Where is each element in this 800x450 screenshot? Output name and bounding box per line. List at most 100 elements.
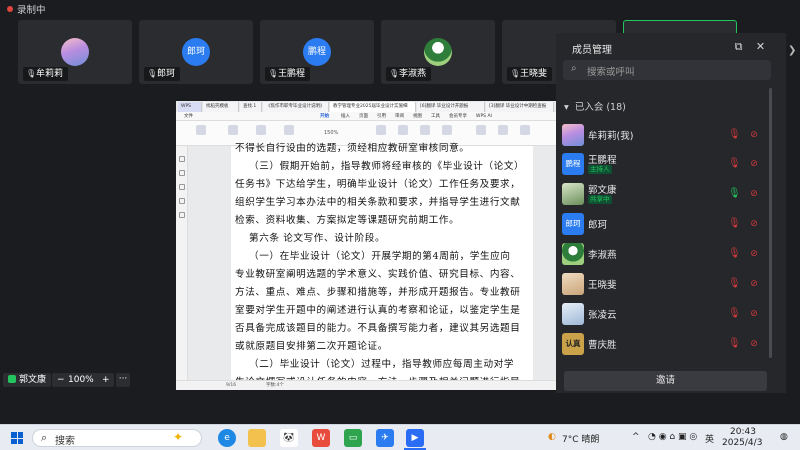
member-scrollbar[interactable] — [769, 88, 772, 358]
edge-icon[interactable]: e — [218, 429, 236, 447]
history-icon[interactable] — [179, 212, 185, 218]
read-icon[interactable] — [398, 125, 408, 135]
taskbar-search[interactable]: ⌕ 搜索 ✦ — [32, 429, 202, 447]
tab-wps[interactable]: WPS Office — [178, 102, 202, 119]
doc-line: 室要对学生开题中的阐述进行认真的考察和论证，以鉴定学生是 — [235, 305, 521, 316]
camera-off-icon[interactable]: ⊘ — [748, 218, 760, 230]
wps-icon[interactable]: W — [312, 429, 330, 447]
notification-icon[interactable]: ◍ — [780, 432, 788, 442]
bookmark-icon[interactable] — [179, 170, 185, 176]
tray-icons[interactable]: ◔ ◉ ⌂ ▣ ◎ — [648, 432, 697, 442]
member-row[interactable]: 认真 曹庆胜 🎙 ⊘ — [556, 331, 766, 358]
tab-doc-4[interactable]: [3]翻译 毕业设计中期检查报告.docx — [486, 102, 554, 119]
show-hidden-icons-icon[interactable]: ^ — [632, 432, 640, 442]
file-explorer-icon[interactable] — [248, 429, 266, 447]
avatar — [61, 38, 89, 66]
menu-page[interactable]: 页面 — [359, 112, 368, 121]
camera-off-icon[interactable]: ⊘ — [748, 188, 760, 200]
doc-line: （二）毕业设计（论文）过程中，指导教师应每周主动对学 — [249, 359, 515, 370]
next-page-icon[interactable]: ❯ — [788, 45, 796, 56]
tab-template[interactable]: 找稻壳模板 — [203, 102, 239, 112]
menu-review[interactable]: 审阅 — [395, 112, 404, 121]
document-page[interactable]: 不得长自行设由的选题，须经相应教研室审核同意。 （三）假期开始前，指导教师将经审… — [231, 143, 533, 388]
windows-start-icon[interactable] — [11, 432, 23, 444]
doc-line: 专业教研室阐明选题的学术意义、实践价值、研究目标、内容、 — [235, 269, 521, 280]
menu-wps-ai[interactable]: WPS AI — [476, 112, 492, 121]
view-icon[interactable] — [376, 125, 386, 135]
word-count: 字数:4个 — [266, 383, 284, 388]
mic-muted-icon[interactable]: 🎙 — [728, 338, 741, 350]
camera-off-icon[interactable]: ⊘ — [748, 129, 760, 141]
member-row[interactable]: 王晓斐 🎙 ⊘ — [556, 271, 766, 298]
more-button[interactable]: ··· — [116, 373, 130, 387]
recording-icon — [7, 6, 13, 12]
clock-date[interactable]: 2025/4/3 — [722, 438, 762, 448]
pdf-icon[interactable] — [228, 125, 238, 135]
sharer-badge[interactable]: 郭文康 — [3, 373, 52, 387]
mic-muted-icon[interactable]: 🎙 — [728, 158, 741, 170]
popout-icon[interactable]: ⧉ — [732, 40, 745, 53]
video-tile-1[interactable]: 🎙牟莉莉 — [18, 20, 132, 84]
member-row[interactable]: 郎珂 郎珂 🎙 ⊘ — [556, 211, 766, 238]
ai-icon[interactable] — [476, 125, 486, 135]
member-name: 张凌云 — [588, 310, 617, 321]
nav-icon[interactable] — [179, 156, 185, 162]
translate-icon[interactable] — [498, 125, 508, 135]
outline-icon[interactable] — [442, 125, 452, 135]
ime-indicator[interactable]: 英 — [705, 432, 714, 445]
zoom-value[interactable]: 150% — [324, 130, 338, 136]
menu-insert[interactable]: 插入 — [341, 112, 350, 121]
menu-home[interactable]: 开始 — [320, 112, 329, 121]
zoom-in-button[interactable]: + — [102, 373, 110, 387]
member-row[interactable]: 张凌云 🎙 ⊘ — [556, 301, 766, 328]
camera-off-icon[interactable]: ⊘ — [748, 308, 760, 320]
mic-muted-icon[interactable]: 🎙 — [728, 248, 741, 260]
panda-app-icon[interactable]: 🐼 — [280, 429, 298, 447]
comment-icon[interactable] — [179, 184, 185, 190]
mic-on-icon[interactable]: 🎙 — [728, 188, 741, 200]
doc-line: 方法、重点、难点、步骤和措施等，并形成开题报告。专业教研 — [235, 287, 521, 298]
joined-group-header[interactable]: ▾ 已入会 (18) — [564, 99, 626, 113]
menu-view[interactable]: 视图 — [413, 112, 422, 121]
member-search-input[interactable]: ⌕ 搜索或呼叫 — [563, 60, 771, 80]
mic-muted-icon[interactable]: 🎙 — [728, 129, 741, 141]
paste-icon[interactable] — [196, 125, 206, 135]
tab-doc-3[interactable]: [6]翻译 毕业设计开题报告.docx — [417, 102, 485, 119]
search-icon[interactable] — [179, 198, 185, 204]
tab-doc-2[interactable]: 教学管理专业2025届毕业设计实施细则.docx — [330, 102, 416, 119]
clock-time[interactable]: 20:43 — [730, 427, 756, 437]
weather-text[interactable]: 7°C 晴朗 — [562, 432, 599, 445]
export-icon[interactable] — [284, 125, 294, 135]
camera-off-icon[interactable]: ⊘ — [748, 248, 760, 260]
layout-icon[interactable] — [420, 125, 430, 135]
tab-doc-1[interactable]: 《焦作市职专毕业设计说明》 — [263, 102, 329, 112]
camera-off-icon[interactable]: ⊘ — [748, 158, 760, 170]
recording-label[interactable]: 录制中 — [17, 2, 46, 16]
video-tile-4[interactable]: 🎙李淑燕 — [381, 20, 495, 84]
mic-muted-icon[interactable]: 🎙 — [728, 218, 741, 230]
menu-member[interactable]: 会员专享 — [449, 112, 467, 121]
menu-tools[interactable]: 工具 — [431, 112, 440, 121]
shared-screen[interactable]: WPS Office 找稻壳模板 查找.1 《焦作市职专毕业设计说明》 教学管理… — [176, 101, 556, 390]
mic-muted-icon[interactable]: 🎙 — [728, 308, 741, 320]
screen-app-icon[interactable]: ▭ — [344, 429, 362, 447]
close-icon[interactable]: ✕ — [754, 40, 767, 53]
mic-muted-icon[interactable]: 🎙 — [728, 278, 741, 290]
tab-find[interactable]: 查找.1 — [240, 102, 262, 112]
invite-button[interactable]: 邀请 — [564, 371, 767, 391]
print-icon[interactable] — [256, 125, 266, 135]
menu-file[interactable]: 文件 — [184, 112, 193, 121]
menu-reference[interactable]: 引用 — [377, 112, 386, 121]
member-row[interactable]: 牟莉莉(我) 🎙 ⊘ — [556, 122, 766, 149]
meeting-app-icon[interactable]: ▶ — [406, 429, 424, 447]
video-tile-3[interactable]: 鹏程 🎙王鹏程 — [260, 20, 374, 84]
zoom-out-button[interactable]: − — [57, 373, 65, 387]
video-tile-2[interactable]: 郎珂 🎙郎珂 — [139, 20, 253, 84]
feishu-icon[interactable]: ✈ — [376, 429, 394, 447]
member-row[interactable]: 李淑燕 🎙 ⊘ — [556, 241, 766, 268]
member-row[interactable]: 鹏程 王鹏程 主持人 🎙 ⊘ — [556, 151, 766, 178]
share-icon[interactable] — [520, 125, 530, 135]
camera-off-icon[interactable]: ⊘ — [748, 338, 760, 350]
camera-off-icon[interactable]: ⊘ — [748, 278, 760, 290]
member-row[interactable]: 郭文康 共享中 🎙 ⊘ — [556, 181, 766, 208]
